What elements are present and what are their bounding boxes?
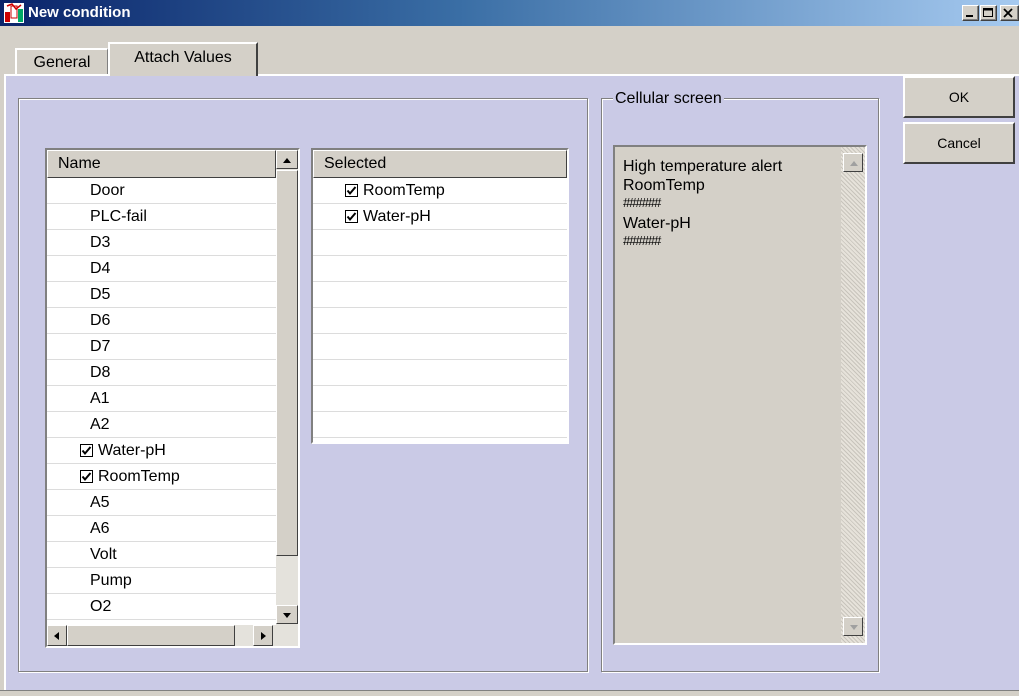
list-item[interactable]: Water-pH bbox=[313, 204, 567, 230]
list-item bbox=[313, 308, 567, 334]
close-button[interactable] bbox=[1000, 5, 1019, 21]
arrow-up-icon bbox=[850, 161, 858, 166]
checkbox-checked-icon[interactable] bbox=[345, 210, 358, 223]
cellular-scroll-up-button[interactable] bbox=[843, 153, 863, 172]
list-item-label: D3 bbox=[90, 234, 111, 251]
cellular-screen-text[interactable]: High temperature alert RoomTemp ###### Wate… bbox=[613, 145, 867, 645]
name-scroll-thumb[interactable] bbox=[276, 170, 298, 556]
selected-rows: RoomTemp Water-pH bbox=[313, 178, 567, 438]
list-item bbox=[313, 256, 567, 282]
minimize-icon bbox=[966, 15, 973, 17]
cellular-screen-lines: High temperature alert RoomTemp ###### Wate… bbox=[623, 157, 782, 252]
list-item[interactable]: Door bbox=[47, 178, 276, 204]
list-item[interactable]: D3 bbox=[47, 230, 276, 256]
list-item-label: A6 bbox=[90, 520, 110, 537]
list-item-label: D5 bbox=[90, 286, 111, 303]
list-item bbox=[313, 360, 567, 386]
tab-attach-values-label: Attach Values bbox=[134, 49, 232, 66]
list-item[interactable]: D6 bbox=[47, 308, 276, 334]
list-item-label: A5 bbox=[90, 494, 110, 511]
name-column-header[interactable]: Name bbox=[47, 150, 276, 178]
list-item-label: D4 bbox=[90, 260, 111, 277]
list-item[interactable]: A6 bbox=[47, 516, 276, 542]
cellular-vertical-scrollbar[interactable] bbox=[841, 147, 865, 643]
list-item bbox=[313, 386, 567, 412]
window-title: New condition bbox=[28, 4, 131, 21]
cellular-line: RoomTemp bbox=[623, 177, 705, 194]
list-item[interactable]: O2 bbox=[47, 594, 276, 620]
list-item-label: Door bbox=[90, 182, 125, 199]
title-bar[interactable]: New condition bbox=[0, 0, 1019, 26]
list-item-label: A1 bbox=[90, 390, 110, 407]
list-item-label: RoomTemp bbox=[363, 182, 445, 199]
cellular-scroll-down-button[interactable] bbox=[843, 617, 863, 636]
maximize-icon bbox=[983, 8, 993, 17]
name-hscroll-thumb[interactable] bbox=[67, 625, 235, 646]
list-item-label: A2 bbox=[90, 416, 110, 433]
minimize-button[interactable] bbox=[962, 5, 979, 21]
maximize-button[interactable] bbox=[980, 5, 997, 21]
list-item bbox=[313, 282, 567, 308]
list-item-label: RoomTemp bbox=[98, 468, 180, 485]
list-item-label: D8 bbox=[90, 364, 111, 381]
tab-general[interactable]: General bbox=[15, 48, 108, 74]
list-item[interactable]: RoomTemp bbox=[313, 178, 567, 204]
checkbox-checked-icon[interactable] bbox=[80, 470, 93, 483]
ok-button[interactable]: OK bbox=[903, 76, 1015, 118]
list-item[interactable]: Pump bbox=[47, 568, 276, 594]
selected-listbox[interactable]: Selected RoomTemp Water-pH bbox=[311, 148, 569, 444]
cellular-screen-title: Cellular screen bbox=[613, 89, 724, 109]
dialog-window: New condition General Attach Values Cell… bbox=[0, 0, 1019, 696]
name-listbox[interactable]: Name Door PLC-fail D3 D4 D5 D6 D7 D8 A1 A2 Water-p… bbox=[45, 148, 300, 648]
name-horizontal-scrollbar[interactable] bbox=[47, 625, 298, 646]
arrow-down-icon bbox=[283, 613, 291, 618]
arrow-left-icon bbox=[54, 632, 59, 640]
checkbox-checked-icon[interactable] bbox=[80, 444, 93, 457]
close-icon bbox=[1003, 8, 1013, 18]
tab-strip: General Attach Values bbox=[0, 26, 1019, 76]
list-item[interactable]: Water-pH bbox=[47, 438, 276, 464]
list-item bbox=[313, 412, 567, 438]
list-item-label: O2 bbox=[90, 598, 112, 615]
list-item[interactable]: D7 bbox=[47, 334, 276, 360]
window-bottom-edge bbox=[0, 690, 1019, 696]
arrow-up-icon bbox=[283, 158, 291, 163]
list-item-label: Water-pH bbox=[363, 208, 431, 225]
scroll-left-button[interactable] bbox=[47, 625, 67, 646]
name-rows: Door PLC-fail D3 D4 D5 D6 D7 D8 A1 A2 Water-pH Room… bbox=[47, 178, 276, 620]
cellular-line: ###### bbox=[623, 233, 661, 248]
list-item-label: PLC-fail bbox=[90, 208, 147, 225]
list-item[interactable]: PLC-fail bbox=[47, 204, 276, 230]
list-item[interactable]: RoomTemp bbox=[47, 464, 276, 490]
list-item-label: Volt bbox=[90, 546, 117, 563]
list-item bbox=[313, 334, 567, 360]
cellular-line: Water-pH bbox=[623, 215, 691, 232]
list-item-label: Water-pH bbox=[98, 442, 166, 459]
cellular-line: High temperature alert bbox=[623, 158, 783, 175]
list-item[interactable]: D8 bbox=[47, 360, 276, 386]
name-vertical-scrollbar[interactable] bbox=[276, 150, 298, 625]
arrow-down-icon bbox=[850, 625, 858, 630]
app-icon bbox=[4, 3, 24, 23]
arrow-right-icon bbox=[261, 632, 266, 640]
list-item[interactable]: A1 bbox=[47, 386, 276, 412]
scroll-down-button[interactable] bbox=[276, 605, 298, 624]
list-item-label: Pump bbox=[90, 572, 132, 589]
list-item bbox=[313, 230, 567, 256]
list-item-label: D7 bbox=[90, 338, 111, 355]
scroll-up-button[interactable] bbox=[276, 150, 298, 169]
selected-column-header[interactable]: Selected bbox=[313, 150, 567, 178]
list-item-label: D6 bbox=[90, 312, 111, 329]
cancel-button[interactable]: Cancel bbox=[903, 122, 1015, 164]
list-item[interactable]: A5 bbox=[47, 490, 276, 516]
checkbox-checked-icon[interactable] bbox=[345, 184, 358, 197]
tab-attach-values[interactable]: Attach Values bbox=[108, 42, 258, 76]
list-item[interactable]: D4 bbox=[47, 256, 276, 282]
list-item[interactable]: A2 bbox=[47, 412, 276, 438]
list-item[interactable]: Volt bbox=[47, 542, 276, 568]
list-item[interactable]: D5 bbox=[47, 282, 276, 308]
scroll-right-button[interactable] bbox=[253, 625, 273, 646]
cellular-line: ###### bbox=[623, 195, 661, 210]
